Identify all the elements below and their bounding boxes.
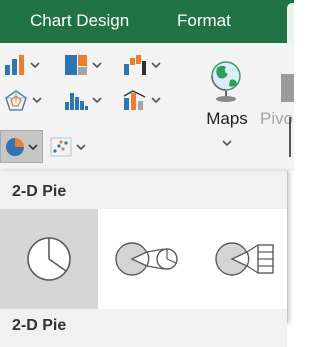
chevron-down-icon: [30, 62, 40, 69]
bar-of-pie-icon: [215, 242, 274, 276]
tab-chart-design[interactable]: Chart Design: [30, 11, 129, 31]
histogram-chart-icon: [65, 93, 88, 110]
column-bar-chart-button[interactable]: [4, 51, 41, 79]
radar-chart-icon: [5, 90, 27, 111]
hierarchy-chart-button[interactable]: [64, 51, 103, 79]
chevron-down-icon: [222, 140, 232, 147]
pie-of-pie-option[interactable]: [98, 209, 196, 309]
chevron-down-icon: [92, 62, 102, 69]
statistic-chart-button[interactable]: [64, 86, 103, 114]
globe-icon: [211, 61, 241, 102]
pie-chart-dropdown: 2-D Pie 2-D Pie: [0, 171, 288, 347]
chevron-down-icon: [151, 62, 161, 69]
waterfall-chart-icon: [124, 55, 146, 75]
pivot-chart-icon: [281, 74, 294, 102]
chevron-down-icon: [32, 97, 42, 104]
chevron-down-icon: [27, 143, 38, 150]
radar-chart-button[interactable]: [4, 86, 43, 114]
treemap-chart-icon: [65, 55, 87, 75]
chevron-down-icon: [151, 97, 161, 104]
tab-format[interactable]: Format: [177, 11, 231, 31]
section-header-2d-pie: 2-D Pie: [0, 171, 287, 209]
pie-chart-icon: [5, 137, 24, 156]
tab-overflow-edge: [287, 3, 294, 43]
waterfall-chart-button[interactable]: [123, 51, 162, 79]
pie-chart-icon: [27, 237, 71, 281]
ribbon-divider: [289, 117, 291, 157]
pie-of-pie-icon: [115, 242, 178, 276]
chevron-down-icon: [92, 97, 102, 104]
section-header-next: 2-D Pie: [0, 309, 287, 347]
scatter-chart-button[interactable]: [50, 133, 87, 161]
pie-chart-button[interactable]: [0, 130, 43, 163]
ribbon-charts-group: Maps Pivo: [0, 43, 294, 171]
combo-chart-button[interactable]: [123, 86, 162, 114]
maps-label: Maps: [206, 109, 248, 128]
bar-of-pie-option[interactable]: [196, 209, 294, 309]
combo-chart-icon: [123, 90, 146, 110]
column-chart-icon: [5, 55, 24, 75]
maps-button[interactable]: Maps: [196, 58, 258, 170]
scatter-chart-icon: [50, 137, 72, 157]
pie-chart-option[interactable]: [0, 209, 98, 309]
chevron-down-icon: [76, 144, 86, 151]
ribbon-tab-bar: Chart Design Format: [0, 0, 294, 43]
